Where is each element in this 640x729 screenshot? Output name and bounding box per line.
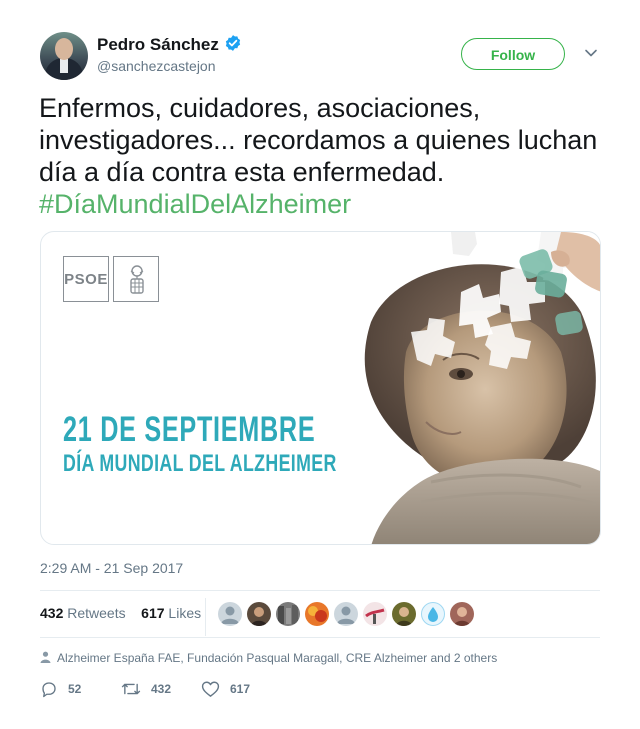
- liker-avatar[interactable]: [363, 602, 387, 626]
- liker-avatar[interactable]: [218, 602, 242, 626]
- alzheimer-woman-photo: [311, 232, 600, 544]
- heart-icon: [201, 681, 220, 697]
- author-name[interactable]: Pedro Sánchez: [97, 35, 219, 54]
- tweet-actions: 52 432 617: [40, 680, 340, 700]
- follow-button[interactable]: Follow: [461, 38, 565, 70]
- author-name-row[interactable]: Pedro Sánchez: [97, 34, 242, 57]
- psoe-logo-text: PSOE: [64, 271, 108, 288]
- retweets-count: 432: [40, 605, 64, 621]
- tweet-timestamp[interactable]: 2:29 AM - 21 Sep 2017: [40, 560, 183, 576]
- likes-stat[interactable]: 617 Likes: [141, 605, 201, 621]
- person-icon: [40, 651, 51, 666]
- media-day-title: DÍA MUNDIAL DEL ALZHEIMER: [63, 450, 337, 477]
- liked-by-context[interactable]: Alzheimer España FAE, Fundación Pasqual …: [40, 651, 497, 666]
- engagement-stats: 432 Retweets 617 Likes: [40, 605, 201, 621]
- author-handle[interactable]: @sanchezcastejon: [97, 58, 216, 74]
- retweets-stat[interactable]: 432 Retweets: [40, 605, 126, 621]
- retweet-button[interactable]: 432: [121, 680, 171, 698]
- retweet-icon: [121, 683, 141, 695]
- liker-avatar[interactable]: [334, 602, 358, 626]
- chevron-down-icon[interactable]: [584, 46, 598, 65]
- psoe-logo: PSOE: [63, 256, 109, 302]
- liked-by-text: Alzheimer España FAE, Fundación Pasqual …: [57, 651, 498, 665]
- reply-icon: [42, 682, 56, 698]
- liker-avatar[interactable]: [421, 602, 445, 626]
- likes-count: 617: [141, 605, 165, 621]
- liker-avatar[interactable]: [247, 602, 271, 626]
- like-button[interactable]: 617: [201, 680, 250, 698]
- tweet-text: Enfermos, cuidadores, asociaciones, inve…: [39, 92, 599, 220]
- tweet-media-image[interactable]: PSOE 21 DE SEPTIEMBRE DÍA MUNDIAL DEL AL…: [40, 231, 601, 545]
- reply-button[interactable]: 52: [40, 680, 81, 698]
- retweet-count: 432: [151, 682, 172, 696]
- like-count: 617: [230, 682, 251, 696]
- retweets-label: Retweets: [67, 605, 126, 621]
- media-date-title: 21 DE SEPTIEMBRE: [63, 410, 316, 449]
- divider-bottom: [40, 637, 600, 638]
- tweet-body: Enfermos, cuidadores, asociaciones, inve…: [39, 93, 598, 187]
- divider-top: [40, 590, 600, 591]
- liker-avatar[interactable]: [276, 602, 300, 626]
- stats-separator: [205, 598, 206, 636]
- liker-avatar[interactable]: [392, 602, 416, 626]
- verified-badge-icon: [224, 34, 242, 57]
- author-avatar[interactable]: [40, 32, 88, 80]
- likes-label: Likes: [168, 605, 202, 621]
- hashtag-link[interactable]: #DíaMundialDelAlzheimer: [39, 189, 351, 219]
- liker-avatar[interactable]: [450, 602, 474, 626]
- fist-rose-icon: [113, 256, 159, 302]
- reply-count: 52: [68, 682, 82, 696]
- liker-avatar[interactable]: [305, 602, 329, 626]
